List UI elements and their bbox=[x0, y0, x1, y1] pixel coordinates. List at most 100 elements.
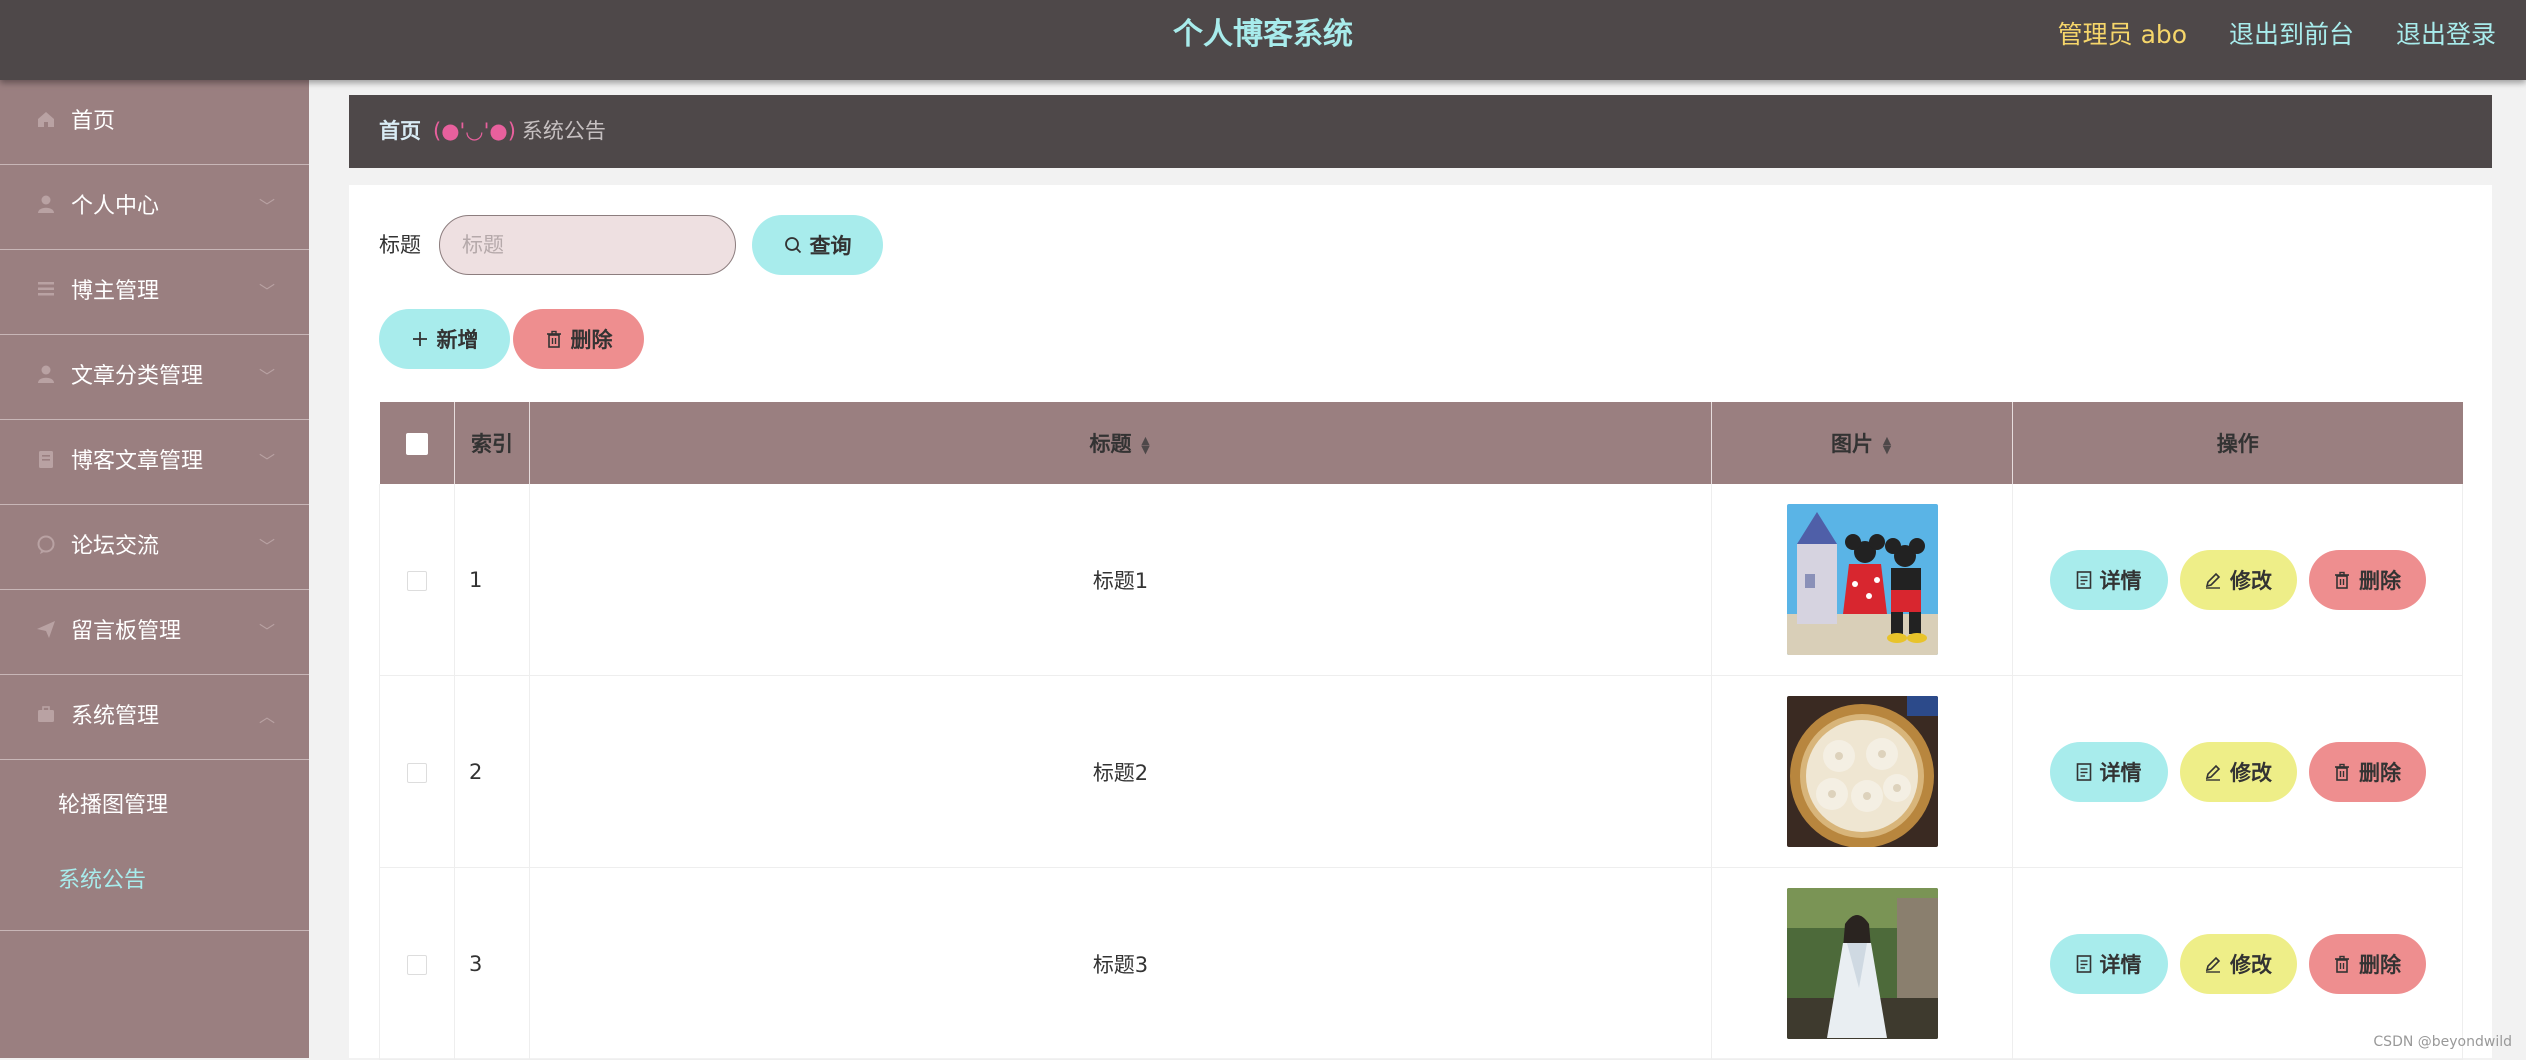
select-all-cell bbox=[379, 402, 455, 484]
query-button-label: 查询 bbox=[809, 234, 852, 258]
trash-icon bbox=[2335, 763, 2349, 781]
delete-button-label: 删除 bbox=[2359, 760, 2401, 785]
chevron-down-icon: ﹀ bbox=[258, 452, 275, 471]
breadcrumb-current: 系统公告 bbox=[521, 119, 606, 143]
user-icon bbox=[34, 335, 58, 419]
breadcrumb: 首页 (●'◡'●) 系统公告 bbox=[379, 95, 606, 168]
table-row: 3 标题3 详情 修改 删除 bbox=[379, 867, 2463, 1060]
delete-button[interactable]: 删除 bbox=[2308, 933, 2426, 994]
table-row: 1 标题1 详情 修改 删除 bbox=[379, 484, 2463, 676]
row-select-cell bbox=[379, 675, 455, 868]
column-header-image-label: 图片 bbox=[1831, 432, 1873, 456]
sidebar-item-category-management[interactable]: 文章分类管理 ﹀ bbox=[0, 335, 309, 420]
edit-button-label: 修改 bbox=[2230, 568, 2272, 593]
sidebar-item-personal-center[interactable]: 个人中心 ﹀ bbox=[0, 165, 309, 250]
row-title: 标题1 bbox=[529, 484, 1712, 676]
column-header-title-label: 标题 bbox=[1089, 432, 1132, 456]
breadcrumb-bar: 首页 (●'◡'●) 系统公告 bbox=[349, 95, 2492, 168]
detail-button-label: 详情 bbox=[2099, 760, 2142, 785]
row-checkbox[interactable] bbox=[407, 570, 427, 591]
pencil-icon bbox=[2205, 764, 2221, 781]
sidebar-item-forum[interactable]: 论坛交流 ﹀ bbox=[0, 505, 309, 590]
delete-button-label: 删除 bbox=[2359, 568, 2401, 593]
detail-button[interactable]: 详情 bbox=[2049, 933, 2168, 994]
sidebar-item-article-management[interactable]: 博客文章管理 ﹀ bbox=[0, 420, 309, 505]
list-icon bbox=[34, 250, 58, 334]
mickey-minnie-castle-photo[interactable] bbox=[1786, 504, 1938, 655]
chevron-up-icon: ︿ bbox=[258, 707, 275, 726]
select-all-checkbox[interactable] bbox=[405, 433, 428, 455]
search-label: 标题 bbox=[379, 233, 421, 257]
back-to-front-link[interactable]: 退出到前台 bbox=[2229, 20, 2354, 49]
edit-button[interactable]: 修改 bbox=[2179, 549, 2297, 610]
sidebar-item-carousel-management[interactable]: 轮播图管理 bbox=[0, 768, 309, 843]
row-checkbox[interactable] bbox=[407, 954, 427, 975]
column-header-title[interactable]: 标题 ▲ ▼ bbox=[529, 402, 1712, 484]
chat-icon bbox=[34, 505, 58, 589]
batch-delete-button[interactable]: 删除 bbox=[513, 309, 644, 369]
row-select-cell bbox=[379, 867, 455, 1060]
table-row: 2 标题2 详情 修改 删除 bbox=[379, 675, 2463, 868]
sidebar-item-label: 博主管理 bbox=[71, 279, 160, 304]
edit-button[interactable]: 修改 bbox=[2179, 741, 2297, 802]
detail-button-label: 详情 bbox=[2099, 952, 2142, 977]
row-checkbox[interactable] bbox=[407, 762, 427, 783]
row-image-cell bbox=[1711, 484, 2013, 676]
dumplings-steamer-photo[interactable] bbox=[1786, 696, 1938, 847]
girl-in-dress-photo[interactable] bbox=[1786, 888, 1938, 1039]
chevron-down-icon: ﹀ bbox=[258, 537, 275, 556]
row-actions-cell: 详情 修改 删除 bbox=[2012, 867, 2463, 1060]
sidebar-item-system-management[interactable]: 系统管理 ︿ bbox=[0, 675, 309, 760]
sidebar-item-blogger-management[interactable]: 博主管理 ﹀ bbox=[0, 250, 309, 335]
sidebar-item-label: 首页 bbox=[71, 109, 116, 134]
trash-icon bbox=[2335, 571, 2349, 589]
delete-button[interactable]: 删除 bbox=[2308, 549, 2426, 610]
detail-button[interactable]: 详情 bbox=[2049, 741, 2168, 802]
row-actions-cell: 详情 修改 删除 bbox=[2012, 675, 2463, 868]
logout-link[interactable]: 退出登录 bbox=[2396, 20, 2496, 49]
row-index: 1 bbox=[454, 484, 530, 676]
document-icon bbox=[2076, 954, 2091, 973]
pencil-icon bbox=[2205, 572, 2221, 589]
briefcase-icon bbox=[34, 675, 58, 759]
sidebar-item-label: 博客文章管理 bbox=[71, 449, 204, 474]
sort-icon[interactable]: ▲ ▼ bbox=[1881, 435, 1893, 455]
sidebar-item-label: 文章分类管理 bbox=[71, 364, 204, 389]
sidebar-item-home[interactable]: 首页 bbox=[0, 80, 309, 165]
breadcrumb-separator: (●'◡'●) bbox=[433, 119, 516, 143]
send-icon bbox=[34, 590, 58, 674]
row-index: 3 bbox=[454, 867, 530, 1060]
add-button[interactable]: 新增 bbox=[379, 309, 510, 369]
query-button[interactable]: 查询 bbox=[752, 215, 883, 275]
trash-icon bbox=[546, 330, 561, 348]
row-title: 标题3 bbox=[529, 867, 1712, 1060]
data-table: 索引 标题 ▲ ▼ 图片 ▲ ▼ 操作 1 标题1 详情 修改 删除 2 标题2… bbox=[379, 402, 2463, 1060]
delete-button-label: 删除 bbox=[2359, 952, 2401, 977]
delete-button[interactable]: 删除 bbox=[2308, 741, 2426, 802]
edit-button-label: 修改 bbox=[2230, 952, 2272, 977]
sidebar-item-label: 系统管理 bbox=[71, 704, 160, 729]
trash-icon bbox=[2335, 955, 2349, 973]
sidebar: 首页 个人中心 ﹀ 博主管理 ﹀ 文章分类管理 ﹀ 博客文章管理 ﹀ 论坛交流 … bbox=[0, 80, 309, 1058]
detail-button-label: 详情 bbox=[2099, 568, 2142, 593]
chevron-down-icon: ﹀ bbox=[258, 197, 275, 216]
document-icon bbox=[2076, 570, 2091, 589]
edit-button[interactable]: 修改 bbox=[2179, 933, 2297, 994]
watermark: CSDN @beyondwild bbox=[2373, 1034, 2512, 1050]
sidebar-item-message-board[interactable]: 留言板管理 ﹀ bbox=[0, 590, 309, 675]
row-actions-cell: 详情 修改 删除 bbox=[2012, 484, 2463, 676]
topbar-actions: 管理员 abo 退出到前台 退出登录 bbox=[2024, 0, 2496, 70]
column-header-image[interactable]: 图片 ▲ ▼ bbox=[1711, 402, 2013, 484]
sidebar-item-label: 留言板管理 bbox=[71, 619, 182, 644]
row-index: 2 bbox=[454, 675, 530, 868]
row-image-cell bbox=[1711, 675, 2013, 868]
search-input[interactable] bbox=[439, 215, 736, 275]
row-title: 标题2 bbox=[529, 675, 1712, 868]
chevron-down-icon: ﹀ bbox=[258, 367, 275, 386]
detail-button[interactable]: 详情 bbox=[2049, 549, 2168, 610]
chevron-down-icon: ﹀ bbox=[258, 622, 275, 641]
sort-icon[interactable]: ▲ ▼ bbox=[1140, 435, 1152, 455]
sidebar-item-system-announcement[interactable]: 系统公告 bbox=[0, 843, 309, 918]
breadcrumb-home[interactable]: 首页 bbox=[379, 119, 421, 143]
pencil-icon bbox=[2205, 956, 2221, 973]
